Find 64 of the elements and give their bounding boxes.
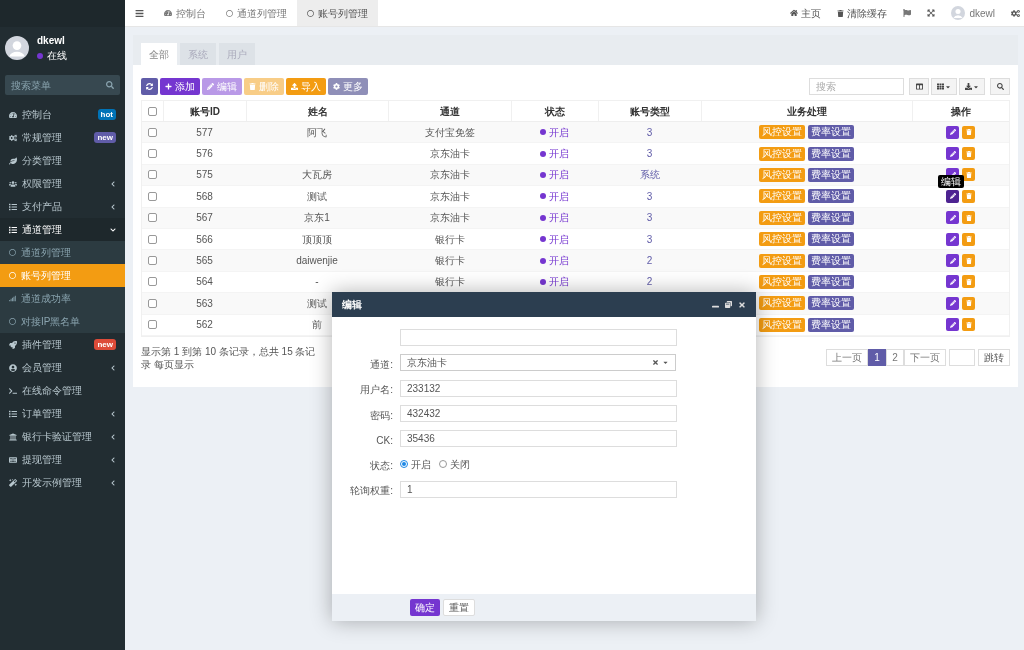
status-label: 开启 — [540, 210, 569, 226]
table-cell: 阿飞 — [307, 126, 327, 138]
field-label: 轮询权重: — [350, 485, 393, 497]
status-label: 开启 — [540, 274, 569, 290]
column-header: 账号ID — [190, 104, 220, 119]
field-label: 状态: — [370, 460, 393, 472]
table-cell: 563 — [196, 297, 213, 309]
table-cell: 京东油卡 — [429, 169, 470, 181]
menu-badge: new — [94, 132, 116, 143]
table-cell: 576 — [196, 148, 213, 160]
column-header: 业务处理 — [787, 104, 827, 119]
table-cell: 京东油卡 — [429, 190, 470, 202]
table-cell: 银行卡 — [434, 233, 465, 245]
table-cell: 京东1 — [304, 212, 330, 224]
column-header: 操作 — [951, 104, 971, 119]
table-cell: 568 — [196, 190, 213, 202]
column-header: 状态 — [545, 104, 565, 119]
table-cell: 银行卡 — [434, 276, 465, 288]
table-cell: 567 — [196, 212, 213, 224]
column-header: 通道 — [440, 104, 460, 119]
status-label: 开启 — [540, 167, 569, 183]
status-label: 开启 — [540, 253, 569, 269]
tooltip: 编辑 — [938, 175, 964, 189]
status-label: 开启 — [540, 188, 569, 204]
table-cell: 564 — [196, 276, 213, 288]
dialog-title: 编辑 — [342, 298, 363, 312]
status-label: 开启 — [540, 231, 569, 247]
table-cell: - — [315, 276, 319, 288]
pagination-summary: 显示第 1 到第 10 条记录，总共 15 条记录 每页显示 — [141, 344, 316, 371]
table-cell: 京东油卡 — [429, 212, 470, 224]
field-label: 通道: — [370, 358, 393, 370]
table-cell: 562 — [196, 319, 213, 331]
column-header: 姓名 — [307, 104, 328, 119]
table-cell: 系统 — [639, 169, 660, 181]
table-cell: 565 — [196, 255, 213, 267]
table-cell: 大瓦房 — [302, 169, 332, 181]
table-cell: 3 — [646, 233, 653, 245]
table-cell: 2 — [646, 255, 653, 267]
field-label: CK: — [376, 434, 393, 446]
online-status: 在线 — [37, 48, 67, 63]
menu-badge: new — [94, 339, 116, 350]
table-cell: 3 — [646, 212, 653, 224]
table-cell: 575 — [196, 169, 213, 181]
column-header: 账号类型 — [630, 104, 670, 119]
user-name: dkewl — [37, 34, 66, 48]
field-label: 密码: — [370, 409, 393, 421]
table-cell: 测试 — [307, 190, 327, 202]
table-cell: 京东油卡 — [429, 148, 470, 160]
table-cell: 3 — [646, 126, 653, 138]
table-cell: 前 — [312, 319, 322, 331]
table-cell: 测试 — [307, 297, 327, 309]
table-cell: 顶顶顶 — [302, 233, 332, 245]
table-cell: 566 — [196, 233, 213, 245]
status-label: 开启 — [540, 124, 569, 140]
table-cell: 银行卡 — [434, 255, 465, 267]
table-cell: 3 — [646, 190, 653, 202]
status-label: 开启 — [540, 146, 569, 162]
table-cell: 577 — [196, 126, 213, 138]
menu-badge: hot — [97, 109, 116, 120]
table-cell: 2 — [646, 276, 653, 288]
table-cell: daiwenjie — [296, 255, 338, 267]
table-cell: 3 — [646, 148, 653, 160]
field-label: 用户名: — [360, 384, 393, 396]
table-cell: 支付宝免签 — [424, 126, 475, 138]
